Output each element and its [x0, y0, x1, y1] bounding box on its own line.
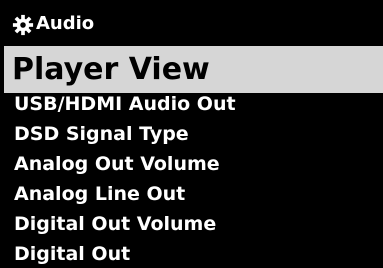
menu-item-analog-out-volume[interactable]: Analog Out Volume: [14, 150, 220, 178]
gear-icon: [12, 14, 34, 36]
menu-item-digital-out[interactable]: Digital Out: [14, 240, 130, 268]
menu-item-usb-hdmi-audio-out[interactable]: USB/HDMI Audio Out: [14, 90, 236, 118]
menu-item-digital-out-volume[interactable]: Digital Out Volume: [14, 210, 216, 238]
menu-item-dsd-signal-type[interactable]: DSD Signal Type: [14, 120, 189, 148]
menu-item-analog-line-out[interactable]: Analog Line Out: [14, 180, 185, 208]
menu-item-player-view[interactable]: Player View: [4, 46, 383, 93]
menu-title: Audio: [36, 13, 95, 34]
menu-item-label: Player View: [12, 52, 210, 87]
audio-settings-screen: Audio Player View USB/HDMI Audio Out DSD…: [0, 0, 383, 268]
